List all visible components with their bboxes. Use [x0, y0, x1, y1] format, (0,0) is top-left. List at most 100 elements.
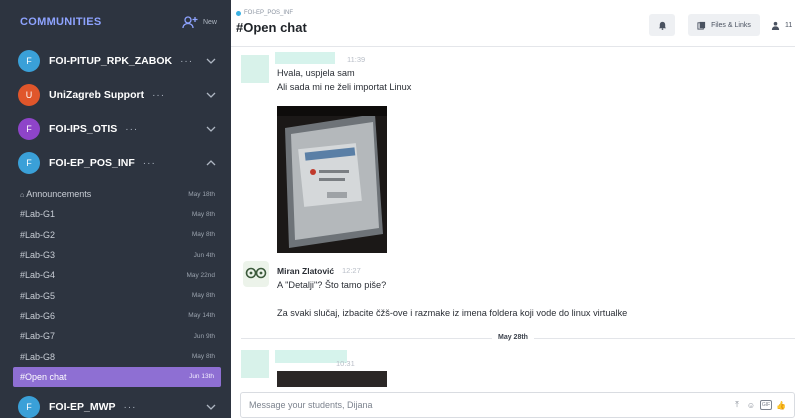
photo-of-screen-icon	[277, 106, 387, 253]
community-item[interactable]: F FOI-EP_POS_INF ···	[0, 146, 231, 180]
channel-date: May 8th	[191, 353, 215, 361]
lock-icon: ⌂	[20, 192, 25, 200]
files-icon	[697, 21, 706, 30]
channel-date: Jun 9th	[193, 332, 215, 340]
channel-date: May 14th	[188, 312, 215, 320]
community-foi-ep-mwp[interactable]: F FOI-EP_MWP ···	[0, 391, 231, 418]
channel-title: #Open chat	[236, 20, 307, 35]
community-name: FOI-EP_POS_INF	[49, 157, 135, 169]
community-name: FOI-EP_MWP	[49, 401, 116, 414]
more-options-icon[interactable]: ···	[152, 90, 165, 101]
channel-item[interactable]: #Lab-G4 May 22nd	[0, 265, 231, 285]
message-input[interactable]	[249, 400, 732, 410]
channel-name-wrap: #Lab-G8	[20, 352, 55, 362]
channel-date: May 22nd	[186, 271, 215, 279]
new-community-button[interactable]: New	[182, 15, 217, 29]
chevron-down-icon[interactable]	[205, 55, 217, 67]
channel-item[interactable]: #Lab-G7 Jun 9th	[0, 326, 231, 346]
bell-icon	[658, 21, 666, 30]
community-item[interactable]: U UniZagreb Support ···	[0, 78, 231, 112]
notifications-button[interactable]	[649, 14, 675, 36]
channel-name: #Lab-G6	[20, 310, 56, 321]
sidebar-header: COMMUNITIES New	[0, 0, 231, 44]
channel-name-wrap: #Lab-G7	[20, 331, 55, 341]
message-username[interactable]: Miran Zlatović	[277, 266, 334, 276]
channel-date: May 8th	[191, 210, 215, 218]
message-image[interactable]	[277, 371, 387, 387]
channel-item[interactable]: #Lab-G3 Jun 4th	[0, 245, 231, 265]
channel-name: #Lab-G7	[20, 331, 56, 342]
channel-name-wrap: #Lab-G1	[20, 209, 55, 219]
more-options-icon[interactable]: ···	[124, 402, 137, 413]
channel-item-active[interactable]: #Open chat Jun 13th	[13, 366, 221, 387]
upload-icon[interactable]: ⤒	[732, 400, 742, 410]
community-item[interactable]: F FOI-PITUP_RPK_ZABOK ···	[0, 44, 231, 78]
chevron-down-icon[interactable]	[205, 401, 217, 413]
community-avatar: F	[18, 152, 40, 174]
channel-name: #Lab-G3	[20, 250, 56, 261]
glasses-avatar-icon	[245, 267, 267, 279]
chevron-down-icon[interactable]	[205, 89, 217, 101]
channel-date: May 18th	[188, 190, 215, 198]
chevron-up-icon[interactable]	[205, 157, 217, 169]
channel-name: #Lab-G1	[20, 209, 56, 220]
channel-date: May 8th	[191, 292, 215, 300]
user-icon	[771, 21, 780, 30]
channel-name: #Lab-G8	[20, 351, 56, 362]
channel-item[interactable]: #Lab-G8 May 8th	[0, 346, 231, 366]
more-options-icon[interactable]: ···	[125, 124, 138, 135]
more-options-icon[interactable]: ···	[143, 158, 156, 169]
community-dot-icon	[236, 10, 241, 16]
channel-item[interactable]: #Lab-G6 May 14th	[0, 306, 231, 326]
members-count: 11	[785, 21, 793, 29]
chat-header: FOI-EP_POS_INF #Open chat Files & Links …	[231, 0, 795, 47]
chevron-down-icon[interactable]	[205, 123, 217, 135]
community-avatar: F	[18, 118, 40, 140]
message-text: Za svaki slučaj, izbacite čžš-ove i razm…	[277, 308, 628, 318]
channel-item[interactable]: ⌂ Announcements May 18th	[0, 184, 231, 204]
breadcrumb-community: FOI-EP_POS_INF	[244, 10, 294, 16]
avatar[interactable]	[243, 261, 269, 287]
sidebar-title: COMMUNITIES	[20, 16, 102, 28]
channel-name-wrap: #Lab-G2	[20, 230, 55, 240]
channel-item[interactable]: #Lab-G5 May 8th	[0, 285, 231, 305]
channel-name-wrap: #Lab-G3	[20, 250, 55, 260]
community-avatar: F	[18, 50, 40, 72]
channel-item[interactable]: #Lab-G1 May 8th	[0, 204, 231, 224]
community-name: UniZagreb Support	[49, 89, 145, 101]
message-composer: ⤒ ☺ GIF 👍	[240, 392, 795, 418]
community-item[interactable]: F FOI-IPS_OTIS ···	[0, 112, 231, 146]
gif-icon[interactable]: GIF	[760, 400, 772, 410]
thumbs-up-icon[interactable]: 👍	[776, 400, 786, 410]
message-time: 11:39	[347, 55, 366, 64]
avatar[interactable]	[241, 55, 269, 83]
message-image[interactable]	[277, 106, 387, 253]
channel-name: Announcements	[26, 189, 92, 200]
channel-name-wrap: #Lab-G6	[20, 311, 55, 321]
channel-name: #Lab-G2	[20, 229, 56, 240]
community-avatar: U	[18, 84, 40, 106]
message-time: 10:31	[336, 359, 355, 368]
emoji-icon[interactable]: ☺	[746, 400, 756, 410]
channel-date: Jun 4th	[193, 251, 215, 259]
message-text: A "Detalji"? Što tamo piše?	[277, 280, 387, 290]
breadcrumb[interactable]: FOI-EP_POS_INF	[236, 10, 293, 16]
more-options-icon[interactable]: ···	[180, 56, 193, 67]
channel-name: #Lab-G4	[20, 270, 56, 281]
files-links-button[interactable]: Files & Links	[688, 14, 760, 36]
channel-item[interactable]: #Lab-G2 May 8th	[0, 225, 231, 245]
avatar[interactable]	[241, 350, 269, 378]
redacted-username	[275, 52, 335, 64]
new-label: New	[202, 18, 217, 26]
message-text: Hvala, uspjela sam	[277, 68, 355, 78]
members-button[interactable]: 11	[767, 14, 795, 36]
add-users-icon	[182, 16, 198, 29]
message-text: Ali sada mi ne želi importat Linux	[277, 82, 412, 92]
message-feed[interactable]: 11:39 Hvala, uspjela sam Ali sada mi ne …	[231, 47, 795, 387]
community-name: FOI-IPS_OTIS	[49, 123, 118, 135]
channel-name-wrap: ⌂ Announcements	[20, 189, 91, 199]
files-links-label: Files & Links	[711, 21, 751, 29]
community-avatar: F	[18, 396, 40, 418]
app-window: COMMUNITIES New F FOI-PITUP_RPK_ZABOK ··· U…	[0, 0, 795, 418]
chat-main: FOI-EP_POS_INF #Open chat Files & Links …	[231, 0, 795, 418]
